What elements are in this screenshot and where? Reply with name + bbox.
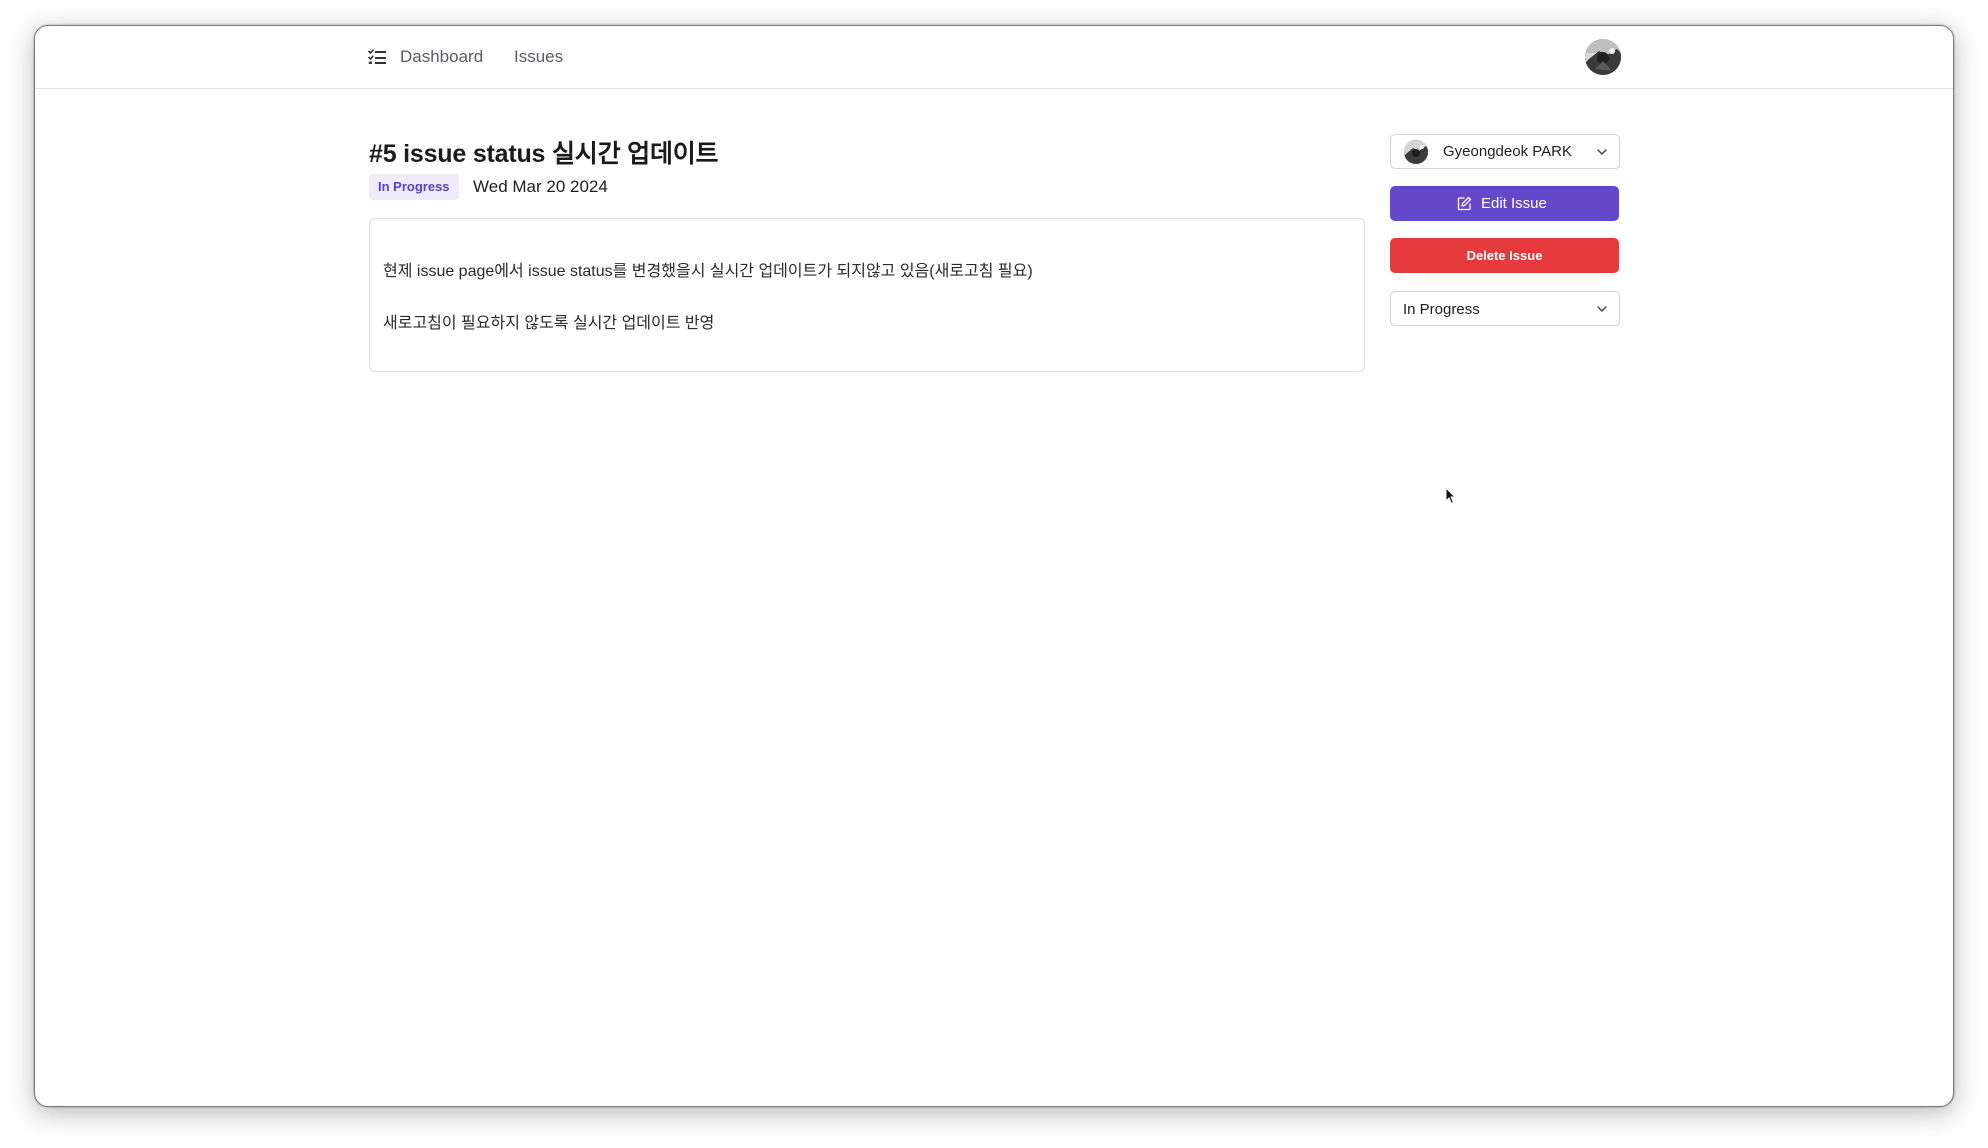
description-paragraph: 현제 issue page에서 issue status를 변경했을시 실시간 … [383,263,1033,280]
avatar-photo-icon [1585,39,1621,75]
status-select-value: In Progress [1403,301,1480,318]
description-paragraph: 새로고침이 필요하지 않도록 실시간 업데이트 반영 [383,315,715,332]
edit-issue-label: Edit Issue [1481,195,1547,212]
status-badge: In Progress [369,174,459,200]
mouse-cursor-icon [1445,487,1457,505]
issue-description: 현제 issue page에서 issue status를 변경했을시 실시간 … [369,218,1365,372]
assignee-name: Gyeongdeok PARK [1443,143,1572,160]
chevron-down-icon [1597,149,1607,155]
top-navbar: Dashboard Issues [35,26,1953,89]
edit-issue-button[interactable]: Edit Issue [1390,186,1619,221]
screen: Dashboard Issues #5 issue status 실시간 업데이… [0,0,1988,1148]
assignee-avatar [1404,140,1428,164]
edit-icon [1457,196,1472,211]
assignee-select[interactable]: Gyeongdeok PARK [1390,134,1620,169]
user-avatar[interactable] [1585,39,1621,75]
nav-link-dashboard[interactable]: Dashboard [400,47,483,67]
delete-issue-button[interactable]: Delete Issue [1390,238,1619,273]
status-select[interactable]: In Progress [1390,291,1620,326]
issue-title: #5 issue status 실시간 업데이트 [369,140,719,168]
checklist-icon[interactable] [368,49,386,65]
delete-issue-label: Delete Issue [1466,248,1543,263]
browser-window: Dashboard Issues #5 issue status 실시간 업데이… [34,25,1954,1107]
nav-link-issues[interactable]: Issues [514,47,563,67]
issue-date: Wed Mar 20 2024 [473,177,608,196]
avatar-photo-icon [1404,140,1428,164]
chevron-down-icon [1597,306,1607,312]
